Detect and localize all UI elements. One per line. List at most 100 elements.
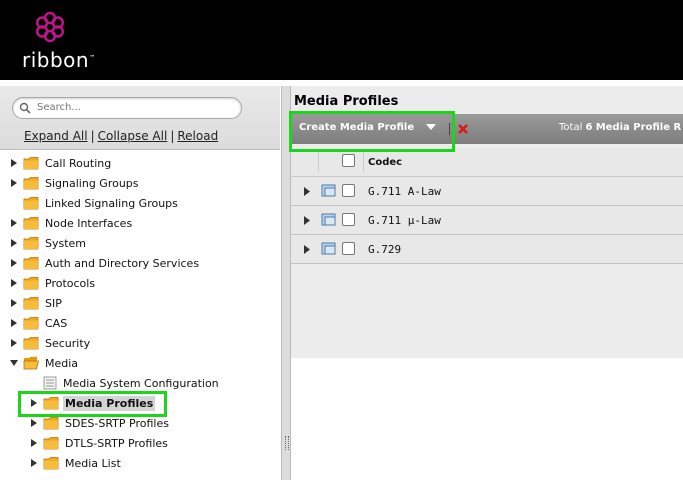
tree-item-label: Media Profiles — [63, 395, 156, 411]
tree-item-label: Linked Signaling Groups — [45, 196, 178, 210]
column-header-codec[interactable]: Codec — [368, 157, 402, 168]
tree-item-label: CAS — [45, 316, 68, 330]
search-icon — [19, 102, 31, 114]
tree-item-dtls-srtp-profiles[interactable]: DTLS-SRTP Profiles — [29, 434, 170, 452]
folder-icon — [23, 157, 39, 170]
media-profile-icon — [321, 242, 336, 255]
reload-link[interactable]: Reload — [177, 129, 218, 143]
tree-item-auth-directory-services[interactable]: Auth and Directory Services — [9, 254, 201, 272]
total-count: Total 6 Media Profile R — [559, 122, 681, 133]
expand-arrow-icon[interactable] — [9, 278, 19, 288]
create-media-profile-label: Create Media Profile — [299, 122, 415, 133]
app-header: ribbon™ — [0, 0, 683, 80]
folder-icon — [43, 397, 59, 410]
media-profile-icon — [321, 184, 336, 197]
folder-icon — [43, 417, 59, 430]
expand-arrow-icon[interactable] — [303, 216, 311, 225]
folder-icon — [23, 217, 39, 230]
table-header: Codec — [291, 148, 683, 177]
total-suffix: Media Profile R — [595, 122, 682, 133]
expand-arrow-icon[interactable] — [9, 318, 19, 328]
codec-cell: G.711 A-Law — [368, 185, 441, 198]
expand-arrow-icon[interactable] — [9, 218, 19, 228]
tree-item-label: Signaling Groups — [45, 176, 139, 190]
expand-all-link[interactable]: Expand All — [24, 129, 88, 143]
tree-item-sdes-srtp-profiles[interactable]: SDES-SRTP Profiles — [29, 414, 171, 432]
expand-arrow-icon[interactable] — [29, 438, 39, 448]
tree-item-protocols[interactable]: Protocols — [9, 274, 97, 292]
collapse-arrow-icon[interactable] — [9, 358, 19, 368]
ribbon-logo-icon — [35, 11, 64, 43]
folder-icon — [43, 437, 59, 450]
tree-item-linked-signaling-groups[interactable]: Linked Signaling Groups — [23, 194, 180, 212]
expand-arrow-icon[interactable] — [29, 418, 39, 428]
folder-open-icon — [23, 356, 39, 370]
tree-item-label: SIP — [45, 296, 62, 310]
tree-item-cas[interactable]: CAS — [9, 314, 69, 332]
brand-name: ribbon™ — [22, 48, 96, 72]
row-checkbox[interactable] — [342, 184, 355, 197]
column-separator — [363, 152, 364, 172]
tree-item-label: Media — [45, 356, 79, 370]
expand-arrow-icon[interactable] — [9, 238, 19, 248]
tree-item-signaling-groups[interactable]: Signaling Groups — [9, 174, 141, 192]
tree-links: Expand All | Collapse All | Reload — [24, 129, 218, 143]
expand-arrow-icon[interactable] — [303, 187, 311, 196]
page-title: Media Profiles — [294, 94, 399, 109]
folder-icon — [43, 457, 59, 470]
table-row[interactable]: G.711 A-Law — [291, 177, 683, 206]
dropdown-caret-icon[interactable] — [426, 124, 437, 131]
codec-cell: G.711 µ-Law — [368, 214, 441, 227]
table-row[interactable]: G.711 µ-Law — [291, 206, 683, 235]
tree-item-label: Auth and Directory Services — [45, 256, 200, 270]
toolbar-separator — [449, 123, 450, 135]
tree-item-label: Media List — [65, 456, 121, 470]
expand-arrow-icon[interactable] — [9, 338, 19, 348]
search-input[interactable] — [37, 100, 232, 115]
tree-item-system[interactable]: System — [9, 234, 88, 252]
folder-icon — [23, 317, 39, 330]
codec-cell: G.729 — [368, 243, 402, 256]
link-separator: | — [90, 129, 95, 143]
tree-item-sip[interactable]: SIP — [9, 294, 64, 312]
create-media-profile-button[interactable]: Create Media Profile — [299, 122, 437, 133]
tree-item-node-interfaces[interactable]: Node Interfaces — [9, 214, 134, 232]
tree-item-media-system-configuration[interactable]: Media System Configuration — [43, 374, 221, 392]
select-all-checkbox[interactable] — [342, 154, 355, 167]
folder-icon — [23, 177, 39, 190]
table-row[interactable]: G.729 — [291, 235, 683, 264]
tree-item-security[interactable]: Security — [9, 334, 92, 352]
folder-icon — [23, 237, 39, 250]
link-separator: | — [170, 129, 175, 143]
expand-arrow-icon[interactable] — [9, 298, 19, 308]
content-toolbar: Create Media Profile Total 6 Media Profi… — [291, 114, 683, 144]
search-box[interactable] — [12, 97, 242, 119]
tree-item-label: DTLS-SRTP Profiles — [65, 436, 168, 450]
tree-item-media-list[interactable]: Media List — [29, 454, 123, 472]
collapse-all-link[interactable]: Collapse All — [98, 129, 168, 143]
tree-item-call-routing[interactable]: Call Routing — [9, 154, 113, 172]
expand-arrow-icon[interactable] — [303, 245, 311, 254]
navigation-panel: Expand All|Collapse All|Reload Call Rout… — [0, 86, 280, 480]
folder-icon — [23, 277, 39, 290]
tree-item-label: SDES-SRTP Profiles — [65, 416, 169, 430]
folder-icon — [23, 197, 39, 210]
config-page-icon — [43, 376, 57, 390]
total-prefix: Total — [559, 122, 583, 133]
row-checkbox[interactable] — [342, 242, 355, 255]
expand-arrow-icon[interactable] — [9, 258, 19, 268]
tree-item-media-profiles[interactable]: Media Profiles — [29, 394, 156, 412]
expand-arrow-icon[interactable] — [29, 398, 39, 408]
expand-arrow-icon[interactable] — [9, 178, 19, 188]
delete-icon[interactable] — [457, 123, 469, 135]
splitter-grip-icon[interactable] — [285, 436, 289, 450]
panel-splitter[interactable] — [281, 86, 291, 480]
tree-item-media[interactable]: Media — [9, 354, 80, 372]
tree-item-label: Security — [45, 336, 91, 350]
content-panel: Media Profiles Create Media Profile Tota… — [291, 86, 683, 480]
tree-item-label: Protocols — [45, 276, 96, 290]
expand-arrow-icon[interactable] — [29, 458, 39, 468]
expand-arrow-icon[interactable] — [9, 158, 19, 168]
row-checkbox[interactable] — [342, 213, 355, 226]
folder-icon — [23, 337, 39, 350]
